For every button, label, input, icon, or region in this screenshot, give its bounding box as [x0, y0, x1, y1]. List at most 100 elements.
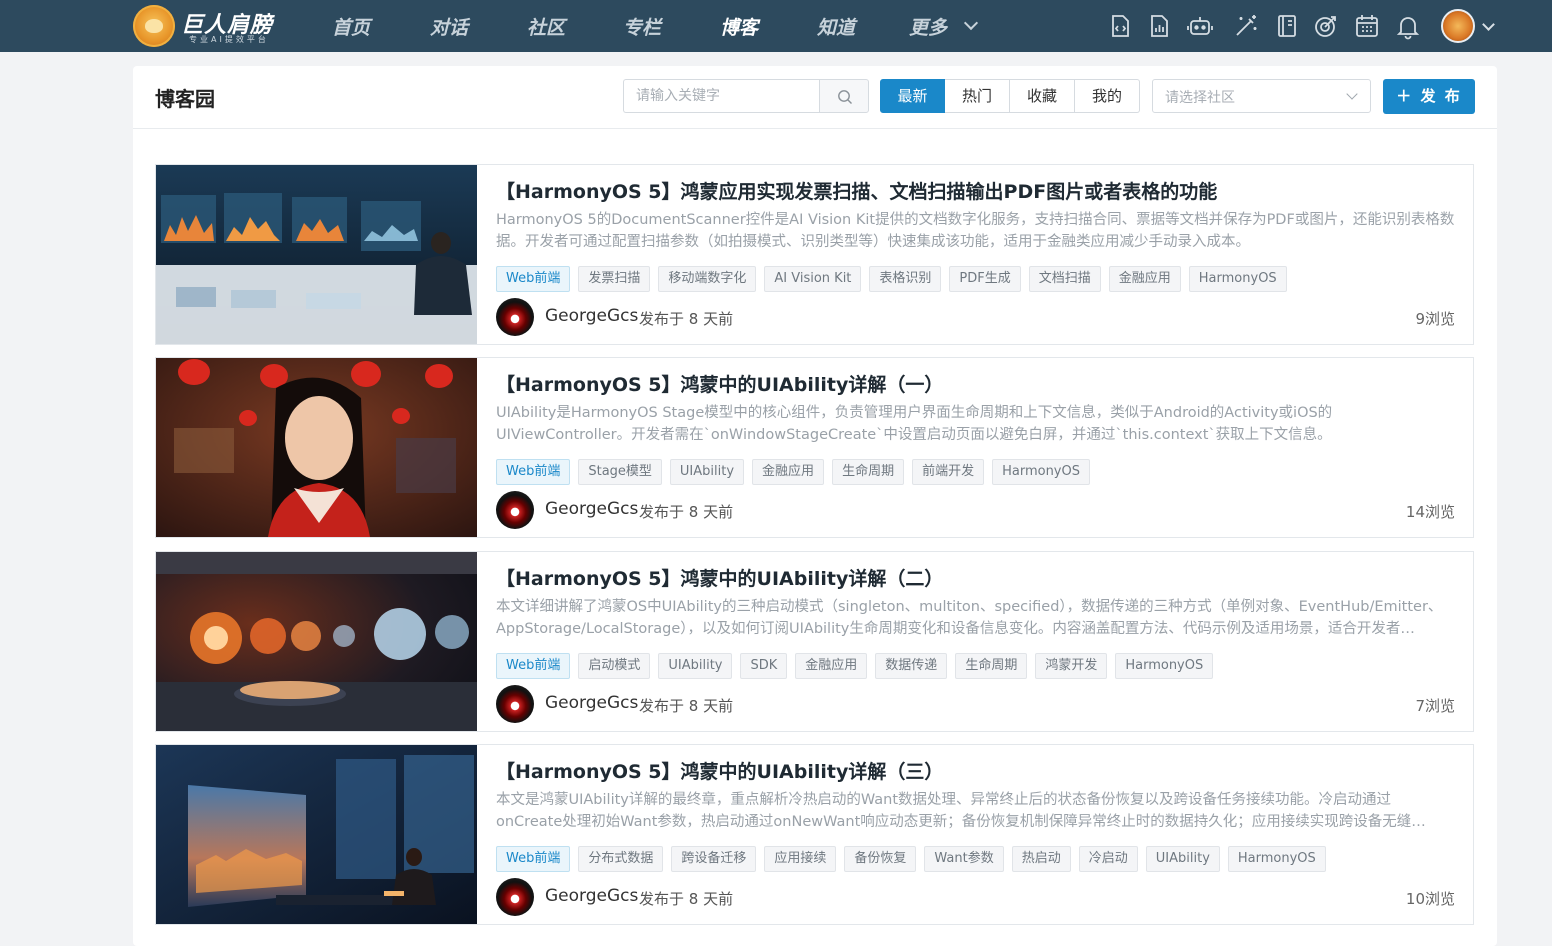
tag[interactable]: SDK	[740, 653, 788, 679]
tag[interactable]: Web前端	[496, 846, 571, 872]
author-name[interactable]: GeorgeGcs	[545, 306, 638, 326]
view-count: 14浏览	[1405, 503, 1455, 521]
brand-logo-link[interactable]: 巨人肩膀 专业AI提效平台	[133, 3, 283, 49]
publish-time: 发布于 8 天前	[639, 310, 734, 328]
lion-logo-icon	[133, 5, 175, 47]
tag[interactable]: PDF生成	[949, 266, 1021, 292]
search-icon	[838, 90, 852, 104]
nav-item-chat[interactable]: 对话	[430, 13, 468, 40]
tag[interactable]: 金融应用	[795, 653, 868, 679]
tag[interactable]: 冷启动	[1078, 846, 1138, 872]
author-name[interactable]: GeorgeGcs	[545, 886, 638, 906]
tag[interactable]: 应用接续	[764, 846, 837, 872]
tag[interactable]: 启动模式	[578, 653, 651, 679]
article-summary: UIAbility是HarmonyOS Stage模型中的核心组件，负责管理用户…	[496, 405, 1333, 443]
article-summary: HarmonyOS 5的DocumentScanner控件是AI Vision …	[496, 212, 1455, 250]
chevron-down-icon[interactable]	[1482, 18, 1495, 31]
tag[interactable]: UIAbility	[669, 459, 745, 485]
tag[interactable]: 金融应用	[1108, 266, 1181, 292]
publish-time: 发布于 8 天前	[639, 697, 734, 715]
article-thumbnail[interactable]	[156, 358, 477, 537]
tag[interactable]: UIAbility	[658, 653, 733, 679]
search-input[interactable]	[623, 79, 819, 113]
tab-favorites[interactable]: 收藏	[1010, 79, 1075, 113]
author-avatar[interactable]	[496, 878, 534, 916]
tag[interactable]: Want参数	[924, 846, 1004, 872]
article-title[interactable]: 【HarmonyOS 5】鸿蒙中的UIAbility详解（一）	[496, 370, 1456, 397]
notebook-icon[interactable]	[1273, 12, 1301, 40]
chevron-down-icon[interactable]	[963, 15, 979, 31]
chevron-down-icon	[1346, 88, 1358, 100]
nav-item-blog[interactable]: 博客	[720, 13, 758, 40]
community-select[interactable]: 请选择社区	[1152, 79, 1371, 113]
nav-item-column[interactable]: 专栏	[623, 13, 661, 40]
publish-button[interactable]: ＋ 发 布	[1383, 79, 1475, 114]
article-card[interactable]: 【HarmonyOS 5】鸿蒙中的UIAbility详解（三） 本文是鸿蒙UIA…	[155, 744, 1474, 925]
blog-toolbar: 博客园 最新 热门 收藏 我的 请选择社区 ＋ 发 布	[133, 66, 1497, 129]
article-tags: Web前端 分布式数据 跨设备迁移 应用接续 备份恢复 Want参数 热启动 冷启动 UIAbi…	[496, 846, 1334, 872]
tag[interactable]: 鸿蒙开发	[1035, 653, 1108, 679]
tag[interactable]: 表格识别	[869, 266, 942, 292]
community-select-placeholder: 请选择社区	[1165, 90, 1235, 106]
code-file-icon[interactable]	[1106, 12, 1134, 40]
article-card[interactable]: 【HarmonyOS 5】鸿蒙中的UIAbility详解（二） 本文详细讲解了鸿…	[155, 551, 1474, 732]
tag[interactable]: HarmonyOS	[1115, 653, 1214, 679]
tag[interactable]: HarmonyOS	[1227, 846, 1326, 872]
tag[interactable]: AI Vision Kit	[764, 266, 862, 292]
article-card[interactable]: 【HarmonyOS 5】鸿蒙中的UIAbility详解（一） UIAbilit…	[155, 357, 1474, 538]
article-title[interactable]: 【HarmonyOS 5】鸿蒙中的UIAbility详解（三）	[496, 757, 1456, 784]
magic-wand-icon[interactable]	[1232, 12, 1260, 40]
tag[interactable]: Web前端	[496, 266, 571, 292]
tag[interactable]: Web前端	[496, 653, 571, 679]
tag[interactable]: 数据传递	[875, 653, 948, 679]
tag[interactable]: 移动端数字化	[658, 266, 757, 292]
tag[interactable]: 生命周期	[832, 459, 905, 485]
tag[interactable]: 备份恢复	[844, 846, 917, 872]
tag[interactable]: 发票扫描	[578, 266, 651, 292]
article-tags: Web前端 启动模式 UIAbility SDK 金融应用 数据传递 生命周期 鸿蒙开发 Har…	[496, 653, 1221, 679]
tag[interactable]: 文档扫描	[1028, 266, 1101, 292]
article-title[interactable]: 【HarmonyOS 5】鸿蒙应用实现发票扫描、文档扫描输出PDF图片或者表格的…	[496, 177, 1456, 204]
robot-icon[interactable]	[1186, 12, 1214, 40]
tag[interactable]: Web前端	[496, 459, 571, 485]
tag[interactable]: 生命周期	[955, 653, 1028, 679]
tag[interactable]: Stage模型	[578, 459, 662, 485]
tag[interactable]: 前端开发	[912, 459, 985, 485]
tag[interactable]: 金融应用	[752, 459, 825, 485]
user-avatar[interactable]	[1441, 9, 1475, 43]
tag[interactable]: 跨设备迁移	[671, 846, 757, 872]
nav-item-community[interactable]: 社区	[527, 13, 565, 40]
nav-item-home[interactable]: 首页	[332, 13, 370, 40]
article-card[interactable]: 【HarmonyOS 5】鸿蒙应用实现发票扫描、文档扫描输出PDF图片或者表格的…	[155, 164, 1474, 345]
tab-hot[interactable]: 热门	[945, 79, 1010, 113]
article-tags: Web前端 Stage模型 UIAbility 金融应用 生命周期 前端开发 Harmony…	[496, 459, 1098, 485]
author-name[interactable]: GeorgeGcs	[545, 693, 638, 713]
author-avatar[interactable]	[496, 298, 534, 336]
top-navbar: 巨人肩膀 专业AI提效平台 首页 对话 社区 专栏 博客 知道 更多	[0, 0, 1552, 52]
author-avatar[interactable]	[496, 491, 534, 529]
tab-latest[interactable]: 最新	[880, 79, 945, 113]
article-thumbnail[interactable]	[156, 165, 477, 344]
article-summary: 本文是鸿蒙UIAbility详解的最终章，重点解析冷热启动的Want数据处理、异…	[496, 792, 1426, 830]
tag[interactable]: HarmonyOS	[1188, 266, 1287, 292]
article-thumbnail[interactable]	[156, 745, 477, 924]
brand-slogan: 专业AI提效平台	[189, 35, 269, 44]
tag[interactable]: HarmonyOS	[992, 459, 1090, 485]
tag[interactable]: 分布式数据	[578, 846, 664, 872]
nav-item-know[interactable]: 知道	[817, 13, 855, 40]
author-name[interactable]: GeorgeGcs	[545, 499, 638, 519]
tag[interactable]: 热启动	[1011, 846, 1071, 872]
nav-item-more[interactable]: 更多	[909, 13, 947, 40]
search-button[interactable]	[819, 79, 869, 113]
tag[interactable]: UIAbility	[1145, 846, 1220, 872]
page-title: 博客园	[155, 87, 215, 111]
target-icon[interactable]	[1312, 12, 1340, 40]
tab-mine[interactable]: 我的	[1075, 79, 1140, 113]
author-avatar[interactable]	[496, 685, 534, 723]
calendar-icon[interactable]	[1353, 12, 1381, 40]
chart-file-icon[interactable]	[1145, 12, 1173, 40]
article-thumbnail[interactable]	[156, 552, 477, 731]
article-title[interactable]: 【HarmonyOS 5】鸿蒙中的UIAbility详解（二）	[496, 564, 1456, 591]
bell-icon[interactable]	[1394, 12, 1422, 40]
blog-main-panel: 博客园 最新 热门 收藏 我的 请选择社区 ＋ 发 布	[133, 66, 1497, 946]
